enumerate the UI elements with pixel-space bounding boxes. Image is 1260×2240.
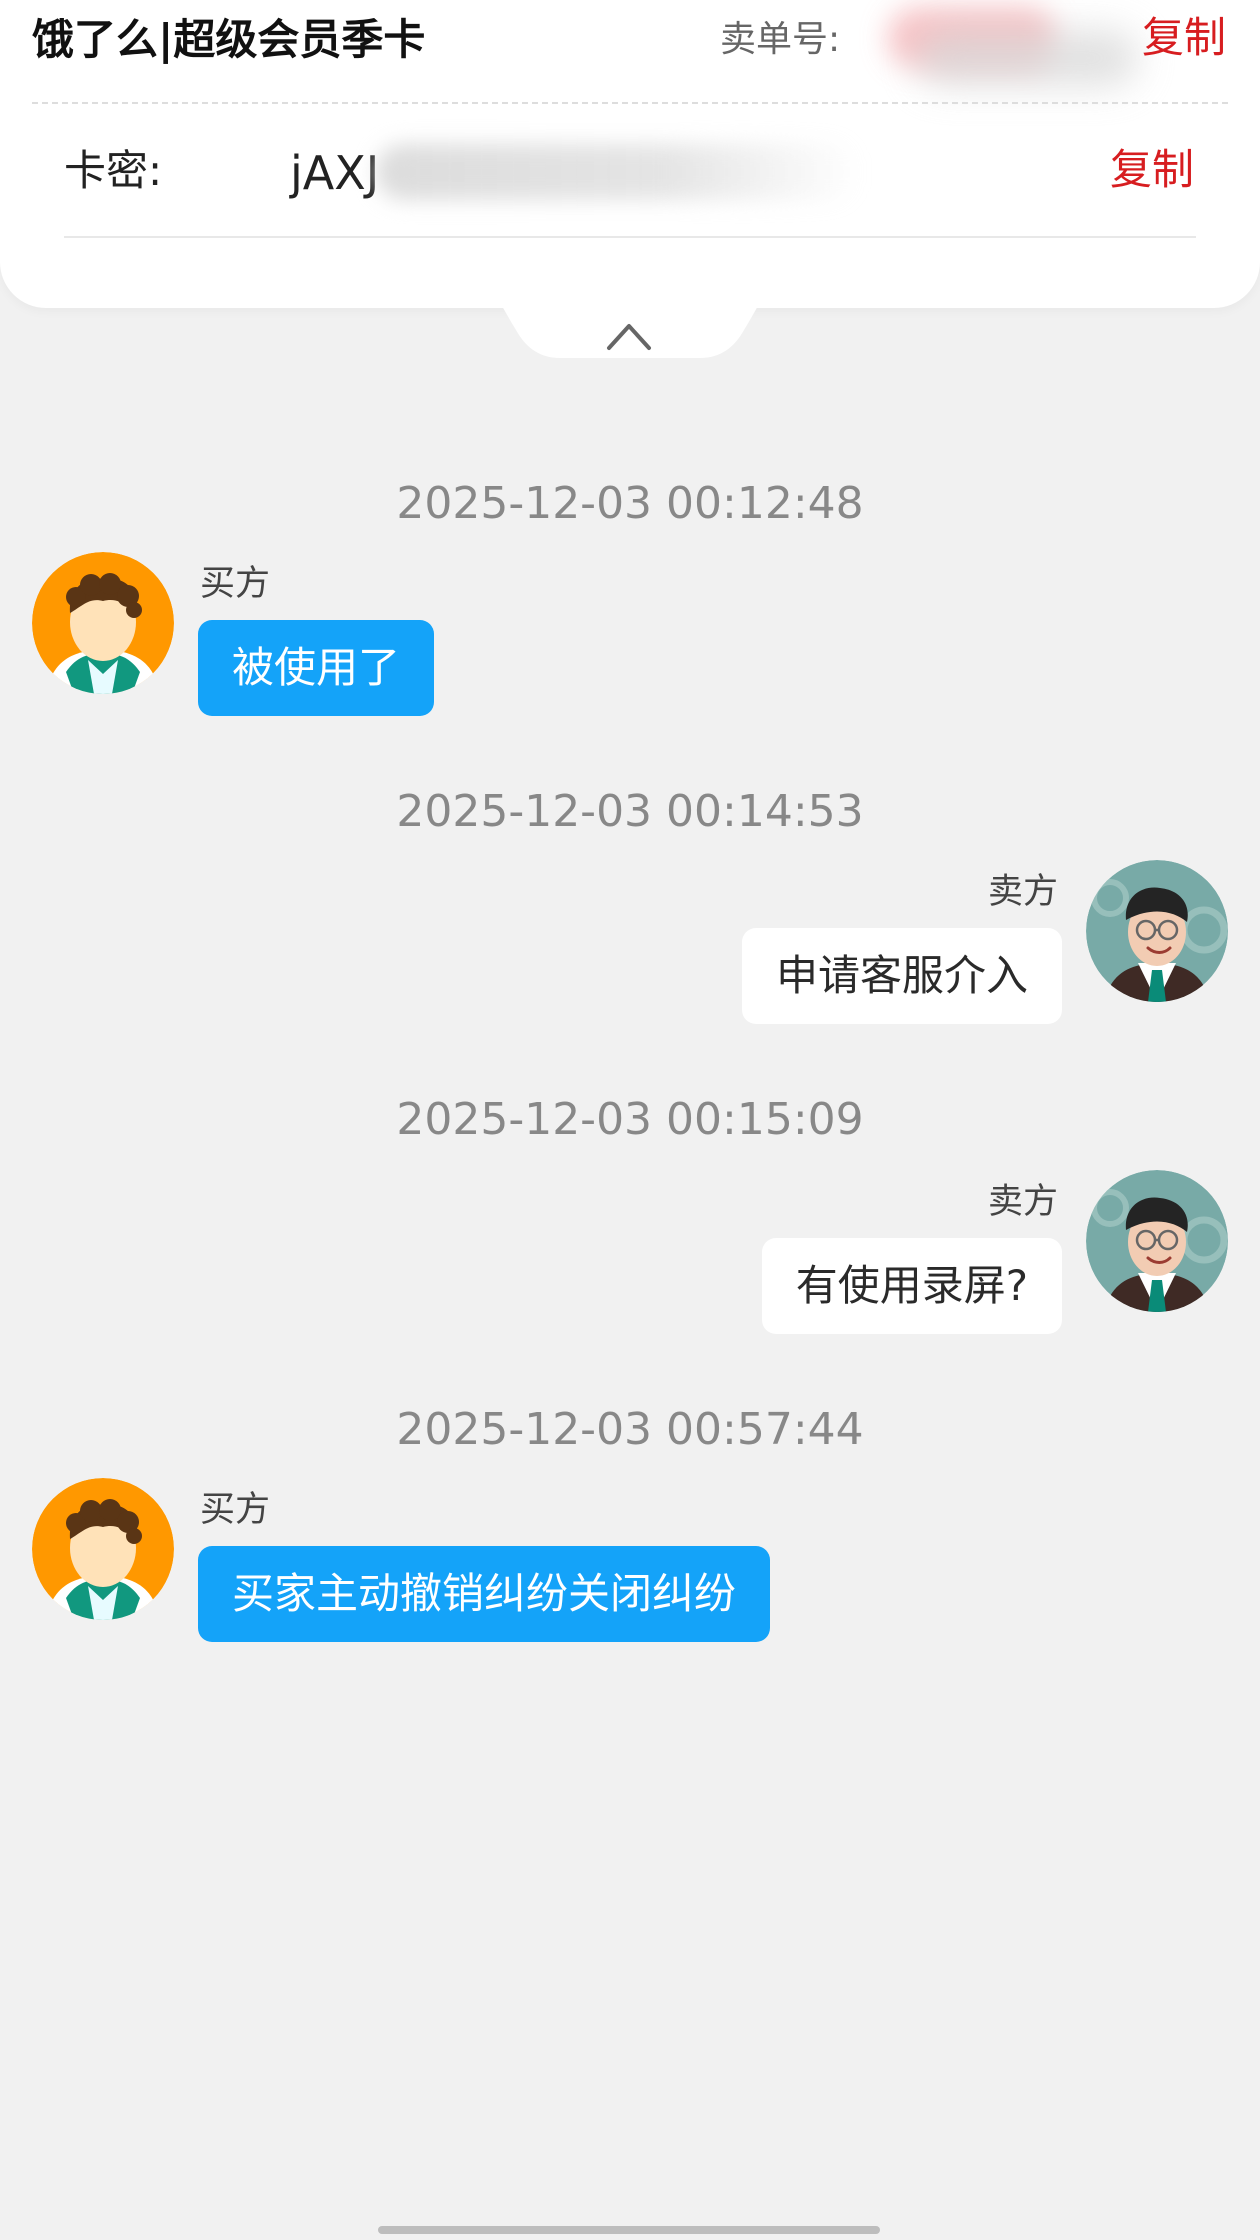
buyer-avatar-icon bbox=[32, 552, 174, 694]
sender-name: 卖方 bbox=[987, 1182, 1058, 1222]
chat-message-bubble: 申请客服介入 bbox=[741, 928, 1062, 1024]
sender-name: 买方 bbox=[200, 1490, 271, 1530]
sender-name: 卖方 bbox=[987, 872, 1058, 912]
copy-order-number-button[interactable]: 复制 bbox=[1142, 8, 1226, 68]
seller-avatar bbox=[1086, 1170, 1228, 1312]
chat-message-bubble: 被使用了 bbox=[198, 620, 435, 716]
seller-avatar-icon bbox=[1086, 860, 1228, 1002]
order-number-blur-gray bbox=[916, 30, 1138, 86]
message-timestamp: 2025-12-03 00:14:53 bbox=[396, 786, 864, 837]
message-timestamp: 2025-12-03 00:12:48 bbox=[396, 478, 864, 529]
message-timestamp: 2025-12-03 00:15:09 bbox=[396, 1094, 864, 1145]
buyer-avatar bbox=[32, 1478, 174, 1620]
home-indicator[interactable] bbox=[378, 2226, 880, 2234]
copy-card-secret-button[interactable]: 复制 bbox=[1110, 140, 1194, 200]
seller-avatar-icon bbox=[1086, 1170, 1228, 1312]
card-secret-code: jAXJ bbox=[290, 146, 380, 200]
card-secret-blur bbox=[376, 144, 860, 200]
sender-name: 买方 bbox=[200, 564, 271, 604]
message-timestamp: 2025-12-03 00:57:44 bbox=[396, 1404, 864, 1455]
order-number-label: 卖单号: bbox=[720, 19, 841, 60]
seller-avatar bbox=[1086, 860, 1228, 1002]
card-divider bbox=[64, 236, 1196, 238]
buyer-avatar bbox=[32, 552, 174, 694]
chat-message-bubble: 有使用录屏? bbox=[761, 1238, 1062, 1334]
dashed-divider bbox=[32, 102, 1228, 104]
order-number-redacted bbox=[888, 6, 1144, 98]
collapse-toggle[interactable] bbox=[420, 250, 840, 382]
product-title: 饿了么|超级会员季卡 bbox=[32, 15, 426, 64]
buyer-avatar-icon bbox=[32, 1478, 174, 1620]
collapse-tab-shape bbox=[420, 250, 840, 358]
chat-message-bubble: 买家主动撤销纠纷关闭纠纷 bbox=[198, 1546, 771, 1642]
card-secret-redacted bbox=[376, 140, 860, 204]
card-secret-label: 卡密: bbox=[64, 146, 163, 195]
